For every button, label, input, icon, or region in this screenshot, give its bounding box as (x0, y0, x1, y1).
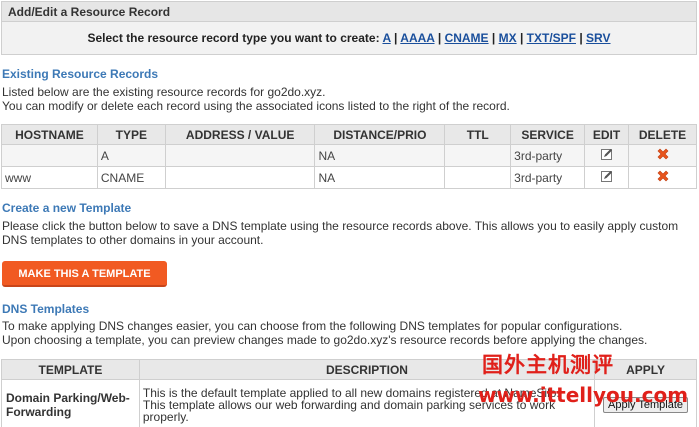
add-edit-record-panel: Add/Edit a Resource Record Select the re… (1, 1, 697, 55)
col-address: ADDRESS / VALUE (164, 124, 316, 145)
col-template: TEMPLATE (1, 359, 140, 380)
record-type-link-aaaa[interactable]: AAAA (400, 31, 434, 45)
cell-address (164, 144, 316, 167)
cell-ttl (444, 144, 512, 167)
pencil-edit-icon[interactable] (600, 170, 613, 182)
dns-templates-desc-1: To make applying DNS changes easier, you… (2, 319, 623, 333)
record-type-prompt: Select the resource record type you want… (87, 31, 380, 45)
cell-ttl (444, 166, 512, 189)
col-hostname: HOSTNAME (1, 124, 98, 145)
panel-title: Add/Edit a Resource Record (2, 2, 696, 22)
cell-distance: NA (314, 166, 446, 189)
cell-address (164, 166, 316, 189)
watermark-title: 国外主机测评 (482, 353, 614, 377)
record-type-link-srv[interactable]: SRV (586, 31, 610, 45)
col-ttl: TTL (444, 124, 512, 145)
template-desc-line: properly. (142, 409, 189, 424)
cell-distance: NA (314, 144, 446, 167)
dns-templates-desc-2: Upon choosing a template, you can previe… (2, 333, 648, 347)
record-type-selector: Select the resource record type you want… (2, 22, 696, 45)
record-type-link-cname[interactable]: CNAME (445, 31, 489, 45)
template-name: Domain Parking/Web-Forwarding (1, 379, 140, 427)
separator: | (394, 31, 398, 45)
cell-hostname: www (1, 166, 98, 189)
record-type-link-mx[interactable]: MX (499, 31, 517, 45)
red-x-delete-icon[interactable] (656, 147, 670, 161)
existing-records-heading: Existing Resource Records (2, 67, 159, 81)
cell-edit (584, 144, 630, 167)
table-row: www CNAME NA 3rd-party (1, 166, 697, 189)
resource-records-table: HOSTNAME TYPE ADDRESS / VALUE DISTANCE/P… (1, 124, 697, 189)
col-service: SERVICE (510, 124, 586, 145)
record-type-link-txt-spf[interactable]: TXT/SPF (527, 31, 576, 45)
table-row: A NA 3rd-party (1, 144, 697, 167)
separator: | (579, 31, 583, 45)
existing-records-intro-1: Listed below are the existing resource r… (2, 85, 326, 99)
separator: | (519, 31, 524, 45)
col-delete: DELETE (628, 124, 697, 145)
cell-edit (584, 166, 630, 189)
table-header-row: HOSTNAME TYPE ADDRESS / VALUE DISTANCE/P… (1, 124, 697, 145)
record-type-link-a[interactable]: A (382, 31, 390, 45)
col-distance: DISTANCE/PRIO (314, 124, 446, 145)
cell-type: A (96, 144, 166, 167)
red-x-delete-icon[interactable] (656, 169, 670, 183)
cell-delete (628, 144, 697, 167)
watermark-url: www.ittellyou.com (478, 383, 689, 407)
cell-service: 3rd-party (510, 166, 586, 189)
separator: | (491, 31, 496, 45)
cell-hostname (1, 144, 98, 167)
separator: | (437, 31, 442, 45)
cell-delete (628, 166, 697, 189)
col-edit: EDIT (584, 124, 630, 145)
make-template-button[interactable]: MAKE THIS A TEMPLATE (2, 261, 167, 287)
create-template-desc-2: DNS templates to other domains in your a… (2, 233, 264, 247)
cell-type: CNAME (96, 166, 166, 189)
existing-records-intro-2: You can modify or delete each record usi… (2, 99, 510, 113)
create-template-heading: Create a new Template (2, 201, 132, 215)
pencil-edit-icon[interactable] (600, 148, 613, 160)
col-type: TYPE (96, 124, 166, 145)
cell-service: 3rd-party (510, 144, 586, 167)
create-template-desc-1: Please click the button below to save a … (2, 219, 679, 233)
dns-templates-heading: DNS Templates (2, 302, 90, 316)
